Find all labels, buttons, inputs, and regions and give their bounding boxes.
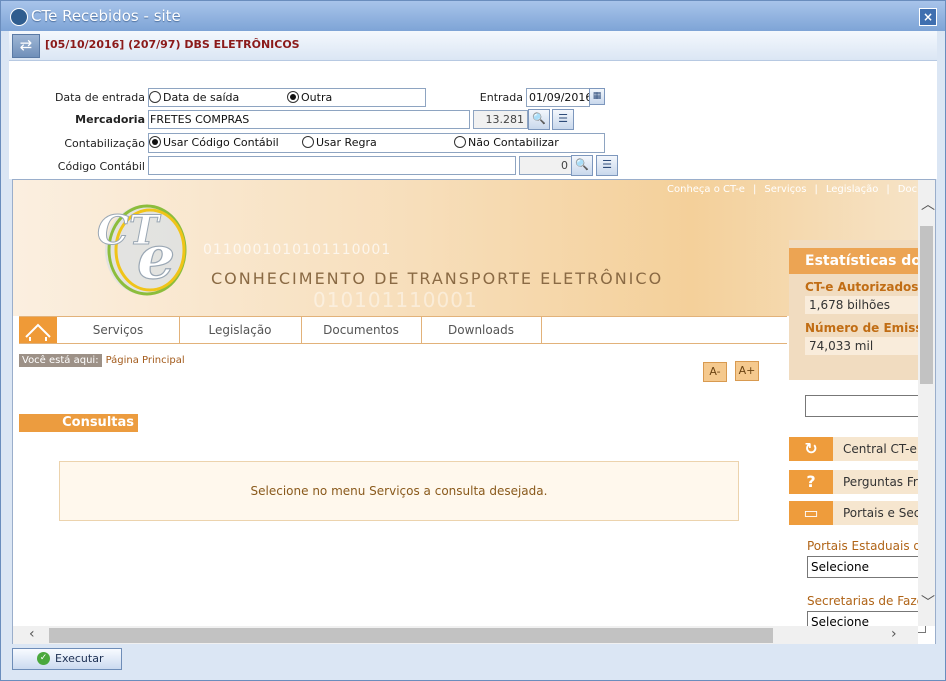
stats-title: Estatísticas do C bbox=[789, 248, 935, 274]
link-portais-secretarias[interactable]: ▭ Portais e Sec bbox=[789, 501, 921, 525]
entrada-date-input[interactable]: 01/09/2016 bbox=[526, 88, 592, 107]
link-central-cte[interactable]: ↻ Central CT-e bbox=[789, 437, 919, 461]
site-nav: Serviços Legislação Documentos Downloads bbox=[19, 316, 787, 344]
home-icon[interactable] bbox=[19, 317, 57, 343]
close-icon[interactable]: × bbox=[919, 8, 937, 26]
link-label: Central CT-e bbox=[843, 442, 917, 456]
horizontal-scroll-thumb[interactable] bbox=[49, 628, 773, 643]
document-heading: [05/10/2016] (207/97) DBS ELETRÔNICOS bbox=[45, 38, 300, 51]
back-forward-icon[interactable]: ⇄ bbox=[12, 34, 40, 58]
stat-emissores-value: 74,033 mil bbox=[805, 337, 927, 355]
window-title: CTe Recebidos - site bbox=[31, 7, 181, 25]
nav-servicos[interactable]: Serviços bbox=[57, 317, 180, 343]
codigo-contabil-label: Código Contábil bbox=[57, 160, 145, 173]
portais-select[interactable]: Selecione bbox=[807, 556, 926, 578]
execute-button[interactable]: ✓ Executar bbox=[12, 648, 122, 670]
mercadoria-code: 13.281 bbox=[473, 110, 528, 129]
contabilizacao-options: Usar Código Contábil Usar Regra Não Cont… bbox=[148, 133, 605, 153]
radio-usar-regra[interactable]: Usar Regra bbox=[302, 134, 377, 152]
calendar-icon[interactable]: ▦ bbox=[589, 88, 605, 105]
data-entrada-options: Data de saída Outra bbox=[148, 88, 426, 107]
execute-label: Executar bbox=[55, 652, 104, 665]
scroll-up-icon[interactable]: ︿ bbox=[921, 194, 935, 214]
stat-cte-autorizados-value: 1,678 bilhões bbox=[805, 296, 927, 314]
site-subtitle: CONHECIMENTO DE TRANSPORTE ELETRÔNICO bbox=[211, 269, 664, 288]
binary-decoration: 0110001010101110001 bbox=[203, 242, 392, 258]
link-perguntas-frequentes[interactable]: ? Perguntas Fr bbox=[789, 470, 919, 494]
section-title: Consultas bbox=[19, 414, 138, 432]
refresh-icon: ↻ bbox=[789, 437, 833, 461]
vertical-scrollbar[interactable]: ︿ ﹀ bbox=[918, 180, 935, 626]
breadcrumb: Você está aqui: Página Principal bbox=[19, 354, 185, 367]
info-message: Selecione no menu Serviços a consulta de… bbox=[59, 461, 739, 521]
top-link-legislacao[interactable]: Legislação bbox=[826, 184, 879, 195]
font-decrease-button[interactable]: A- bbox=[703, 362, 727, 382]
top-link-conheca[interactable]: Conheça o CT-e bbox=[667, 184, 745, 195]
top-link-servicos[interactable]: Serviços bbox=[764, 184, 806, 195]
bottom-bar: ✓ Executar bbox=[8, 644, 936, 676]
site-banner: Conheça o CT-e | Serviços | Legislação | Docu … bbox=[13, 180, 923, 316]
scroll-left-icon[interactable]: ‹ bbox=[29, 626, 35, 642]
vertical-scroll-thumb[interactable] bbox=[920, 226, 933, 384]
sidebar-search-input[interactable] bbox=[805, 395, 925, 417]
list-icon[interactable]: ☰ bbox=[596, 155, 618, 176]
radio-outra[interactable]: Outra bbox=[287, 89, 332, 106]
font-increase-button[interactable]: A+ bbox=[735, 361, 759, 381]
separator: | bbox=[752, 184, 757, 195]
title-bar: CTe Recebidos - site × bbox=[1, 1, 945, 31]
portais-label: Portais Estaduais do bbox=[807, 539, 929, 553]
link-label: Portais e Sec bbox=[843, 506, 921, 520]
right-sidebar: Estatísticas do C CT-e Autorizados 1,678… bbox=[789, 240, 935, 645]
svg-text:e: e bbox=[137, 223, 175, 293]
top-links: Conheça o CT-e | Serviços | Legislação | Docu bbox=[663, 184, 927, 195]
data-entrada-label: Data de entrada bbox=[54, 91, 145, 104]
contabilizacao-label: Contabilização bbox=[64, 137, 145, 150]
radio-usar-codigo-contabil[interactable]: Usar Código Contábil bbox=[149, 136, 279, 149]
nav-downloads[interactable]: Downloads bbox=[421, 317, 542, 343]
mercadoria-label: Mercadoria bbox=[75, 113, 145, 126]
stats-panel: Estatísticas do C CT-e Autorizados 1,678… bbox=[789, 240, 935, 380]
stat-cte-autorizados-label: CT-e Autorizados bbox=[805, 280, 919, 294]
link-label: Perguntas Fr bbox=[843, 475, 918, 489]
separator: | bbox=[814, 184, 818, 195]
secretarias-label: Secretarias de Fazen bbox=[807, 594, 932, 608]
entry-form: Data de entrada Data de saída Outra Entr… bbox=[9, 61, 937, 179]
nav-documentos[interactable]: Documentos bbox=[301, 317, 422, 343]
separator: | bbox=[886, 184, 890, 195]
codigo-contabil-code: 0 bbox=[519, 156, 572, 175]
stat-emissores-label: Número de Emissor bbox=[805, 321, 936, 335]
radio-nao-contabilizar[interactable]: Não Contabilizar bbox=[454, 134, 559, 152]
embedded-browser: Conheça o CT-e | Serviços | Legislação | Docu … bbox=[12, 179, 936, 646]
breadcrumb-home-link[interactable]: Página Principal bbox=[106, 355, 185, 366]
scroll-right-icon[interactable]: › bbox=[891, 626, 897, 642]
horizontal-scrollbar[interactable]: ‹ › bbox=[13, 626, 918, 645]
list-icon[interactable]: ☰ bbox=[552, 109, 574, 130]
binary-decoration: 010101110001 bbox=[313, 288, 478, 312]
entrada-label: Entrada bbox=[479, 91, 523, 104]
radio-data-saida[interactable]: Data de saída bbox=[149, 91, 239, 104]
question-icon: ? bbox=[789, 470, 833, 494]
breadcrumb-label: Você está aqui: bbox=[19, 354, 102, 367]
mercadoria-input[interactable]: FRETES COMPRAS bbox=[148, 110, 470, 129]
codigo-contabil-input[interactable] bbox=[148, 156, 516, 175]
window-icon: ▭ bbox=[789, 501, 833, 525]
nav-legislacao[interactable]: Legislação bbox=[179, 317, 302, 343]
check-icon: ✓ bbox=[37, 652, 50, 665]
app-icon bbox=[10, 8, 28, 26]
scroll-down-icon[interactable]: ﹀ bbox=[921, 592, 935, 612]
search-icon[interactable]: 🔍 bbox=[528, 109, 550, 130]
cte-logo: CT e bbox=[97, 204, 187, 296]
search-icon[interactable]: 🔍 bbox=[571, 155, 593, 176]
toolbar: ⇄ [05/10/2016] (207/97) DBS ELETRÔNICOS bbox=[9, 31, 937, 61]
